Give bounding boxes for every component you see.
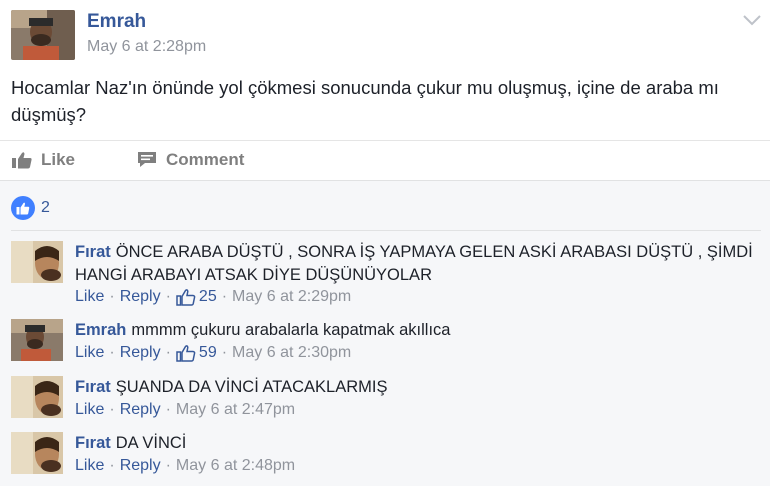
comment-text: mmmm çukuru arabalarla kapatmak akıllıca xyxy=(131,321,451,339)
comment-reply-link[interactable]: Reply xyxy=(120,344,161,362)
comment-text: ÖNCE ARABA DÜŞTÜ , SONRA İŞ YAPMAYA GELE… xyxy=(75,243,753,284)
comment-body: Fırat ŞUANDA DA VİNCİ ATACAKLARMIŞ xyxy=(75,376,755,399)
commenter-avatar[interactable] xyxy=(11,376,63,418)
thumbs-up-outline-icon xyxy=(176,288,196,306)
comment-meta: Like · Reply · May 6 at 2:47pm xyxy=(75,401,295,419)
comment-button[interactable]: Comment xyxy=(136,150,770,170)
divider xyxy=(11,230,761,231)
comment-text: DA VİNCİ xyxy=(115,434,187,452)
comment-meta: Like · Reply · 25 · May 6 at 2:29pm xyxy=(75,288,351,306)
comments-section: 2 Fırat ÖNCE ARABA DÜŞTÜ , SONRA İŞ YAPMA… xyxy=(0,180,770,486)
post-author-name[interactable]: Emrah xyxy=(87,11,146,33)
comment-author[interactable]: Emrah xyxy=(75,321,126,339)
comment-like-link[interactable]: Like xyxy=(75,288,104,306)
post-header: Emrah May 6 at 2:28pm xyxy=(0,0,770,70)
separator-dot: · xyxy=(221,344,228,361)
comment-like-link[interactable]: Like xyxy=(75,344,104,362)
thumbs-up-icon xyxy=(12,152,32,169)
thumbs-up-outline-icon xyxy=(176,344,196,362)
comment-timestamp[interactable]: May 6 at 2:29pm xyxy=(232,288,351,306)
separator-dot: · xyxy=(109,288,115,305)
comment-like-link[interactable]: Like xyxy=(75,401,104,419)
comment-timestamp[interactable]: May 6 at 2:30pm xyxy=(232,344,351,362)
comment-timestamp[interactable]: May 6 at 2:47pm xyxy=(176,401,295,419)
comment-reply-link[interactable]: Reply xyxy=(120,457,161,475)
commenter-avatar[interactable] xyxy=(11,241,63,283)
like-label: Like xyxy=(41,150,76,169)
commenter-avatar[interactable] xyxy=(11,319,63,361)
commenter-avatar[interactable] xyxy=(11,432,63,474)
post-action-bar: Like Comment xyxy=(0,140,770,181)
separator-dot: · xyxy=(165,288,171,305)
comment-timestamp[interactable]: May 6 at 2:48pm xyxy=(176,457,295,475)
post-timestamp[interactable]: May 6 at 2:28pm xyxy=(87,38,206,56)
comment-like-number: 59 xyxy=(198,344,217,361)
author-avatar[interactable] xyxy=(11,10,75,60)
comment-reply-link[interactable]: Reply xyxy=(120,401,161,419)
comment-meta: Like · Reply · 59 · May 6 at 2:30pm xyxy=(75,344,351,362)
separator-dot: · xyxy=(109,401,115,418)
comment-like-count[interactable]: 59 xyxy=(176,344,217,362)
separator-dot: · xyxy=(165,457,171,474)
comment-icon xyxy=(138,152,156,167)
like-reaction-icon xyxy=(11,196,35,220)
comment-author[interactable]: Fırat xyxy=(75,243,111,261)
reaction-count: 2 xyxy=(41,199,50,216)
comment-label: Comment xyxy=(166,150,245,169)
separator-dot: · xyxy=(109,344,115,361)
comment-like-count[interactable]: 25 xyxy=(176,288,217,306)
post-text: Hocamlar Naz'ın önünde yol çökmesi sonuc… xyxy=(11,77,719,125)
comment-author[interactable]: Fırat xyxy=(75,434,111,452)
comment-reply-link[interactable]: Reply xyxy=(120,288,161,306)
comment-meta: Like · Reply · May 6 at 2:48pm xyxy=(75,457,295,475)
like-button[interactable]: Like xyxy=(11,150,75,170)
comment-body: Emrah mmmm çukuru arabalarla kapatmak akı… xyxy=(75,319,755,342)
separator-dot: · xyxy=(221,288,228,305)
comment-body: Fırat DA VİNCİ xyxy=(75,432,755,455)
comment-text: ŞUANDA DA VİNCİ ATACAKLARMIŞ xyxy=(115,378,388,396)
comment-like-number: 25 xyxy=(198,288,217,305)
separator-dot: · xyxy=(165,401,171,418)
comment-author[interactable]: Fırat xyxy=(75,378,111,396)
separator-dot: · xyxy=(109,457,115,474)
separator-dot: · xyxy=(165,344,171,361)
reactions-summary[interactable]: 2 xyxy=(11,196,50,220)
chevron-down-icon[interactable] xyxy=(740,10,764,30)
comment-like-link[interactable]: Like xyxy=(75,457,104,475)
comment-body: Fırat ÖNCE ARABA DÜŞTÜ , SONRA İŞ YAPMAYA… xyxy=(75,241,755,287)
